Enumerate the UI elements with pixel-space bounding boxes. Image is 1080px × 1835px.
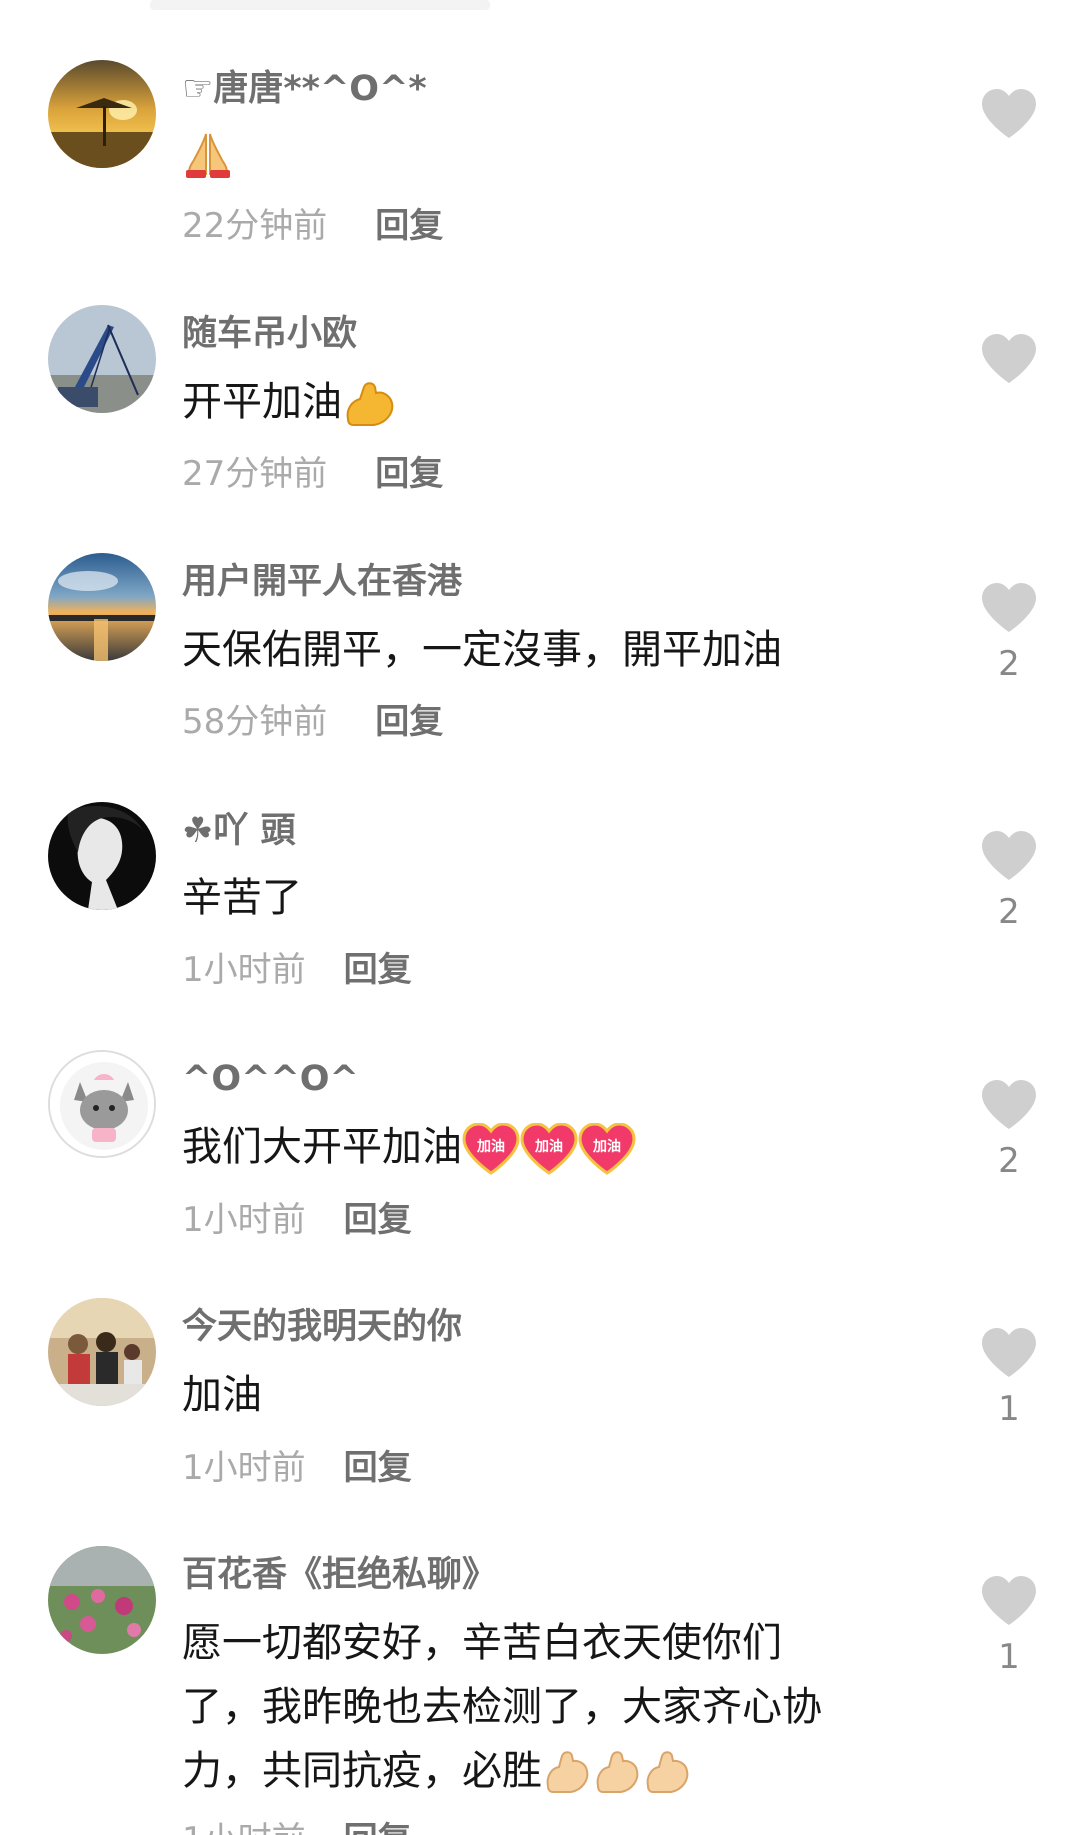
reply-button[interactable]: 回复: [344, 1446, 412, 1490]
avatar-crane-image: [48, 305, 156, 413]
muscle-emoji-icon: [542, 1748, 592, 1794]
avatar-flowers-image: [48, 1546, 156, 1654]
comment-content: 天保佑開平，一定沒事，開平加油: [182, 618, 922, 682]
reply-button[interactable]: 回复: [375, 204, 443, 248]
comment-time: 27分钟前: [182, 454, 328, 494]
avatar-cartoon-cat-image: [50, 1052, 154, 1156]
avatar[interactable]: [48, 1298, 156, 1406]
reply-button[interactable]: 回复: [344, 948, 412, 992]
comment-meta: 1小时前回复: [182, 948, 412, 992]
avatar-beach-image: [48, 60, 156, 168]
comment-content: 加油: [182, 1363, 922, 1427]
like-button[interactable]: 1: [978, 1575, 1040, 1677]
like-count: [978, 150, 1040, 190]
heart-icon: [978, 1327, 1040, 1379]
comment-meta: 27分钟前 回复: [182, 452, 443, 496]
avatar-portrait-image: [48, 802, 156, 910]
comment-meta: 22分钟前 回复: [182, 204, 443, 248]
jiayou-heart-icon: 加油: [462, 1123, 520, 1175]
like-count: 1: [998, 1637, 1020, 1677]
like-count: [978, 395, 1040, 435]
heart-icon: [978, 582, 1040, 634]
avatar-sunset-image: [48, 553, 156, 661]
comment-username[interactable]: 用户開平人在香港: [182, 561, 462, 603]
avatar[interactable]: [48, 305, 156, 413]
like-count: 2: [998, 892, 1020, 932]
comment-time: 1小时前: [182, 1818, 306, 1835]
comment-text-line: 愿一切都安好，辛苦白衣天使你们: [182, 1620, 782, 1666]
comment-text: 我们大开平加油: [182, 1124, 462, 1170]
heart-icon: [978, 1079, 1040, 1131]
comment-username[interactable]: ☞唐唐**^O^*: [182, 68, 427, 110]
previous-comment-fade: [150, 0, 490, 10]
jiayou-label: 加油: [592, 1138, 621, 1155]
comment-username[interactable]: 今天的我明天的你: [182, 1306, 462, 1348]
jiayou-heart-icon: 加油: [520, 1123, 578, 1175]
comment-text-line: 力，共同抗疫，必胜: [182, 1748, 542, 1794]
muscle-emoji-icon: [642, 1748, 692, 1794]
comment-meta: 58分钟前 回复: [182, 700, 443, 744]
avatar[interactable]: [48, 1050, 156, 1158]
reply-button[interactable]: 回复: [344, 1198, 412, 1242]
comment-text-line: 了，我昨晚也去检测了，大家齐心协: [182, 1684, 822, 1730]
comment-content: 开平加油: [182, 370, 922, 434]
comment-time: 1小时前: [182, 950, 306, 990]
avatar-family-photo-image: [48, 1298, 156, 1406]
comment-text: 天保佑開平，一定沒事，開平加油: [182, 627, 782, 673]
heart-icon: [978, 1575, 1040, 1627]
like-count: 1: [998, 1389, 1020, 1429]
avatar[interactable]: [48, 60, 156, 168]
comment-text: 加油: [182, 1372, 262, 1418]
like-button[interactable]: 2: [978, 582, 1040, 684]
muscle-emoji-icon: [592, 1748, 642, 1794]
avatar[interactable]: [48, 802, 156, 910]
like-button[interactable]: 2: [978, 1079, 1040, 1181]
comment-username[interactable]: 百花香《拒绝私聊》: [182, 1554, 497, 1596]
like-button[interactable]: 1: [978, 1327, 1040, 1429]
reply-button[interactable]: 回复: [375, 452, 443, 496]
reply-button[interactable]: 回复: [375, 700, 443, 744]
heart-icon: [978, 88, 1040, 140]
heart-icon: [978, 830, 1040, 882]
like-button[interactable]: [978, 88, 1040, 190]
comment-time: 58分钟前: [182, 702, 328, 742]
comment-time: 22分钟前: [182, 206, 328, 246]
comment-text: 开平加油: [182, 379, 342, 425]
jiayou-label: 加油: [534, 1138, 563, 1155]
jiayou-label: 加油: [476, 1138, 505, 1155]
comment-meta: 1小时前 回复: [182, 1818, 412, 1835]
like-button[interactable]: 2: [978, 830, 1040, 932]
like-count: 2: [998, 1141, 1020, 1181]
comment-time: 1小时前: [182, 1448, 306, 1488]
like-count: 2: [998, 644, 1020, 684]
pray-emoji-icon: [182, 129, 234, 178]
jiayou-heart-icon: 加油: [578, 1123, 636, 1175]
comment-time: 1小时前: [182, 1200, 306, 1240]
comment-meta: 1小时前回复: [182, 1198, 412, 1242]
avatar[interactable]: [48, 1546, 156, 1654]
comment-content: 愿一切都安好，辛苦白衣天使你们 了，我昨晚也去检测了，大家齐心协 力，共同抗疫，…: [182, 1611, 922, 1803]
avatar[interactable]: [48, 553, 156, 661]
like-button[interactable]: [978, 333, 1040, 435]
comment-meta: 1小时前回复: [182, 1446, 412, 1490]
comment-username[interactable]: ^O^^O^: [182, 1058, 359, 1100]
comment-text: 辛苦了: [182, 875, 302, 921]
comment-content: 辛苦了: [182, 866, 922, 930]
comment-content: [182, 120, 922, 184]
comment-content: 我们大开平加油 加油 加油 加油: [182, 1115, 922, 1179]
reply-button[interactable]: 回复: [344, 1818, 412, 1835]
comment-username[interactable]: 随车吊小欧: [182, 313, 357, 355]
heart-icon: [978, 333, 1040, 385]
comment-username[interactable]: ☘吖 頭: [182, 810, 296, 852]
muscle-emoji-icon: [342, 379, 396, 426]
